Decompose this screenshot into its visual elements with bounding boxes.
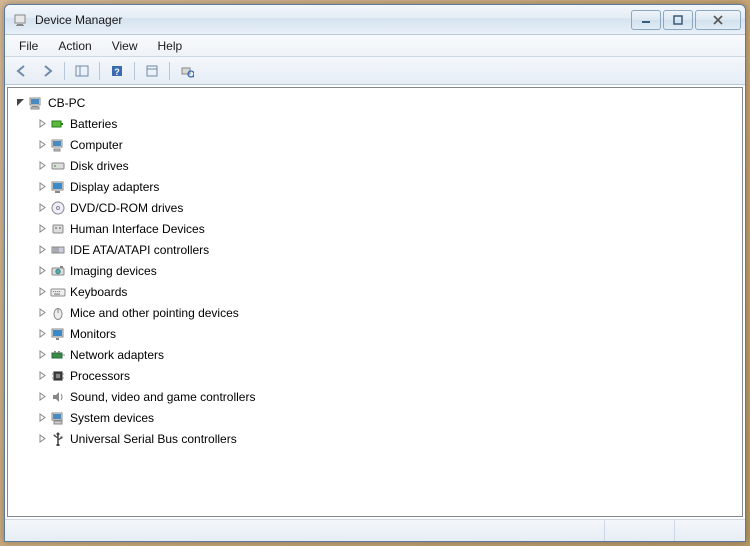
toolbar-separator — [169, 62, 170, 80]
expand-icon[interactable] — [36, 244, 48, 256]
toolbar: ? — [5, 57, 745, 85]
tree-item-label: System devices — [70, 411, 154, 425]
tree-item-label: IDE ATA/ATAPI controllers — [70, 243, 209, 257]
minimize-button[interactable] — [631, 10, 661, 30]
disk-icon — [50, 158, 66, 174]
tree-item[interactable]: System devices — [30, 407, 742, 428]
expand-icon[interactable] — [36, 181, 48, 193]
menu-view[interactable]: View — [102, 37, 148, 55]
computer-icon — [28, 95, 44, 111]
keyboard-icon — [50, 284, 66, 300]
tree-item-label: Computer — [70, 138, 123, 152]
svg-text:?: ? — [114, 67, 120, 77]
collapse-icon[interactable] — [14, 97, 26, 109]
tree-item-label: DVD/CD-ROM drives — [70, 201, 183, 215]
expand-icon[interactable] — [36, 160, 48, 172]
tree-item-label: Processors — [70, 369, 130, 383]
monitor-icon — [50, 326, 66, 342]
expand-icon[interactable] — [36, 307, 48, 319]
tree-item-label: Network adapters — [70, 348, 164, 362]
expand-icon[interactable] — [36, 349, 48, 361]
tree-item[interactable]: Universal Serial Bus controllers — [30, 428, 742, 449]
tree-root[interactable]: CB-PC — [8, 92, 742, 113]
expand-icon[interactable] — [36, 202, 48, 214]
tree-item-label: Human Interface Devices — [70, 222, 205, 236]
menu-file[interactable]: File — [9, 37, 48, 55]
tree-item[interactable]: Human Interface Devices — [30, 218, 742, 239]
battery-icon — [50, 116, 66, 132]
menubar: File Action View Help — [5, 35, 745, 57]
device-tree: CB-PC Batteries Computer Disk drives Displa… — [8, 92, 742, 449]
statusbar — [5, 519, 745, 541]
expand-icon[interactable] — [36, 433, 48, 445]
computer-icon — [50, 137, 66, 153]
status-cell — [5, 520, 605, 541]
expand-icon[interactable] — [36, 139, 48, 151]
show-hide-tree-button[interactable] — [71, 60, 93, 82]
cpu-icon — [50, 368, 66, 384]
sound-icon — [50, 389, 66, 405]
back-button[interactable] — [11, 60, 33, 82]
tree-item[interactable]: Imaging devices — [30, 260, 742, 281]
window-title: Device Manager — [35, 13, 631, 27]
expand-icon[interactable] — [36, 223, 48, 235]
tree-item-label: Disk drives — [70, 159, 129, 173]
tree-item-label: Keyboards — [70, 285, 127, 299]
device-manager-window: Device Manager File Action View Help — [4, 4, 746, 542]
tree-item-label: Batteries — [70, 117, 117, 131]
properties-button[interactable] — [141, 60, 163, 82]
display-icon — [50, 179, 66, 195]
mouse-icon — [50, 305, 66, 321]
toolbar-separator — [99, 62, 100, 80]
status-cell — [605, 520, 675, 541]
expand-icon[interactable] — [36, 265, 48, 277]
tree-item[interactable]: Sound, video and game controllers — [30, 386, 742, 407]
close-button[interactable] — [695, 10, 741, 30]
tree-item[interactable]: Batteries — [30, 113, 742, 134]
menu-action[interactable]: Action — [48, 37, 101, 55]
tree-item[interactable]: IDE ATA/ATAPI controllers — [30, 239, 742, 260]
toolbar-separator — [134, 62, 135, 80]
usb-icon — [50, 431, 66, 447]
dvd-icon — [50, 200, 66, 216]
toolbar-separator — [64, 62, 65, 80]
tree-item[interactable]: DVD/CD-ROM drives — [30, 197, 742, 218]
tree-item[interactable]: Processors — [30, 365, 742, 386]
network-icon — [50, 347, 66, 363]
status-cell — [675, 520, 745, 541]
expand-icon[interactable] — [36, 118, 48, 130]
expand-icon[interactable] — [36, 328, 48, 340]
tree-item[interactable]: Display adapters — [30, 176, 742, 197]
help-button[interactable]: ? — [106, 60, 128, 82]
tree-item[interactable]: Network adapters — [30, 344, 742, 365]
tree-item[interactable]: Disk drives — [30, 155, 742, 176]
expand-icon[interactable] — [36, 370, 48, 382]
tree-content[interactable]: CB-PC Batteries Computer Disk drives Displa… — [7, 87, 743, 517]
expand-icon[interactable] — [36, 412, 48, 424]
tree-item-label: Imaging devices — [70, 264, 157, 278]
tree-item-label: Display adapters — [70, 180, 159, 194]
imaging-icon — [50, 263, 66, 279]
window-controls — [631, 10, 741, 30]
tree-item[interactable]: Mice and other pointing devices — [30, 302, 742, 323]
tree-root-label: CB-PC — [48, 96, 85, 110]
menu-help[interactable]: Help — [148, 37, 193, 55]
tree-item-label: Mice and other pointing devices — [70, 306, 239, 320]
tree-item-label: Universal Serial Bus controllers — [70, 432, 237, 446]
forward-button[interactable] — [36, 60, 58, 82]
titlebar[interactable]: Device Manager — [5, 5, 745, 35]
app-icon — [13, 12, 29, 28]
tree-item[interactable]: Keyboards — [30, 281, 742, 302]
expand-icon[interactable] — [36, 391, 48, 403]
ide-icon — [50, 242, 66, 258]
tree-item[interactable]: Monitors — [30, 323, 742, 344]
tree-item-label: Monitors — [70, 327, 116, 341]
scan-hardware-button[interactable] — [176, 60, 198, 82]
expand-icon[interactable] — [36, 286, 48, 298]
hid-icon — [50, 221, 66, 237]
maximize-button[interactable] — [663, 10, 693, 30]
tree-item[interactable]: Computer — [30, 134, 742, 155]
tree-item-label: Sound, video and game controllers — [70, 390, 255, 404]
system-icon — [50, 410, 66, 426]
